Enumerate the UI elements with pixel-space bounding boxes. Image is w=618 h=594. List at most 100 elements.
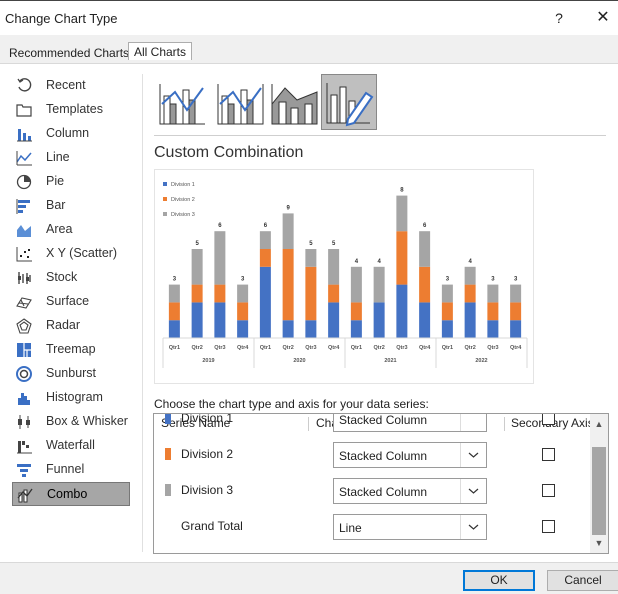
bar-segment bbox=[464, 302, 476, 338]
stock-chart-icon bbox=[18, 272, 31, 284]
tab-bar: Recommended Charts All Charts bbox=[0, 35, 618, 63]
legend-swatch bbox=[163, 212, 167, 216]
chart-type-value: Stacked Column bbox=[339, 449, 428, 463]
sidebar-item-area[interactable]: Area bbox=[12, 218, 130, 242]
series-color-swatch bbox=[165, 484, 171, 496]
sidebar-item-label: Combo bbox=[47, 487, 88, 501]
chart-type-select[interactable]: Stacked Column bbox=[333, 478, 487, 504]
category-label: Qtr4 bbox=[510, 345, 522, 351]
recent-icon bbox=[17, 78, 32, 92]
sunburst-icon bbox=[16, 366, 32, 382]
subtype-stacked-area-column[interactable] bbox=[267, 74, 323, 130]
ok-button[interactable]: OK bbox=[463, 570, 535, 591]
sidebar-item-scatter[interactable]: X Y (Scatter) bbox=[12, 242, 130, 266]
sidebar-item-box-whisker[interactable]: Box & Whisker bbox=[12, 410, 130, 434]
bar-segment bbox=[214, 231, 226, 285]
category-label: Qtr2 bbox=[464, 345, 475, 351]
scatter-chart-icon bbox=[16, 247, 32, 262]
sidebar-item-sunburst[interactable]: Sunburst bbox=[12, 362, 130, 386]
close-button[interactable]: ✕ bbox=[590, 7, 616, 29]
series-color-swatch bbox=[165, 448, 171, 460]
bar-segment bbox=[237, 284, 249, 303]
subtype-column-line-secondary[interactable] bbox=[213, 74, 269, 130]
bar-segment bbox=[328, 302, 340, 338]
bar-segment bbox=[305, 249, 317, 267]
bar-segment bbox=[510, 302, 522, 321]
sidebar-item-combo[interactable]: Combo bbox=[12, 482, 130, 506]
cancel-button[interactable]: Cancel bbox=[547, 570, 618, 591]
bar-segment bbox=[373, 302, 385, 338]
scroll-down-icon[interactable]: ▼ bbox=[590, 533, 608, 553]
sidebar-item-surface[interactable]: Surface bbox=[12, 290, 130, 314]
sidebar-item-waterfall[interactable]: Waterfall bbox=[12, 434, 130, 458]
group-label: 2019 bbox=[202, 358, 214, 364]
secondary-axis-checkbox[interactable] bbox=[542, 414, 555, 425]
subtype-custom-combination[interactable] bbox=[321, 74, 377, 130]
sidebar-item-label: Area bbox=[46, 222, 73, 236]
sidebar-item-line[interactable]: Line bbox=[12, 146, 130, 170]
sidebar-item-templates[interactable]: Templates bbox=[12, 98, 130, 122]
templates-icon bbox=[16, 104, 32, 117]
sidebar-item-histogram[interactable]: Histogram bbox=[12, 386, 130, 410]
category-label: Qtr1 bbox=[260, 345, 271, 351]
header-divider bbox=[154, 135, 606, 136]
sidebar-item-bar[interactable]: Bar bbox=[12, 194, 130, 218]
sidebar-item-stock[interactable]: Stock bbox=[12, 266, 130, 290]
scroll-up-icon[interactable]: ▲ bbox=[590, 414, 608, 434]
bar-segment bbox=[396, 195, 408, 232]
title-bar: Change Chart Type ? ✕ bbox=[0, 1, 618, 35]
series-scrollbar[interactable]: ▲ ▼ bbox=[590, 414, 608, 553]
secondary-axis-checkbox[interactable] bbox=[542, 484, 555, 497]
data-label: 9 bbox=[286, 205, 290, 211]
bar-segment bbox=[464, 266, 476, 285]
sidebar-item-funnel[interactable]: Funnel bbox=[12, 458, 130, 482]
bar-segment bbox=[259, 249, 271, 267]
series-name: Grand Total bbox=[181, 519, 243, 533]
chart-type-value: Stacked Column bbox=[339, 413, 428, 427]
bar-segment bbox=[419, 266, 431, 303]
sidebar-item-label: Box & Whisker bbox=[46, 414, 128, 428]
data-label: 5 bbox=[309, 241, 313, 247]
bar-segment bbox=[305, 266, 317, 321]
chart-type-select[interactable]: Stacked Column bbox=[333, 413, 487, 432]
data-label: 6 bbox=[218, 223, 222, 229]
data-label: 6 bbox=[423, 223, 427, 229]
bar-segment bbox=[214, 284, 226, 303]
secondary-axis-checkbox[interactable] bbox=[542, 448, 555, 461]
combination-heading: Custom Combination bbox=[154, 144, 304, 161]
chart-type-select[interactable]: Stacked Column bbox=[333, 442, 487, 468]
category-label: Qtr4 bbox=[419, 345, 431, 351]
column-line-secondary-axis-icon bbox=[217, 84, 264, 125]
category-label: Qtr3 bbox=[396, 345, 407, 351]
bar-segment bbox=[259, 231, 271, 249]
bar-segment bbox=[487, 320, 499, 338]
sidebar-item-label: Sunburst bbox=[46, 366, 97, 380]
column-chart-icon bbox=[17, 129, 32, 142]
sidebar-item-recent[interactable]: Recent bbox=[12, 74, 130, 98]
bar-segment bbox=[237, 320, 249, 338]
sidebar-item-label: Pie bbox=[46, 174, 65, 188]
sidebar-item-label: Radar bbox=[46, 318, 81, 332]
sidebar-item-label: Waterfall bbox=[46, 438, 95, 452]
legend-swatch bbox=[163, 197, 167, 201]
chart-type-select[interactable]: Line bbox=[333, 514, 487, 540]
treemap-icon bbox=[17, 343, 31, 357]
help-button[interactable]: ? bbox=[546, 7, 572, 29]
table-row: Division 3 Stacked Column bbox=[154, 473, 592, 509]
legend-swatch bbox=[163, 182, 167, 186]
chart-preview-svg: Division 1 Division 2 Division 3 3 Qtr1 5 Qtr2… bbox=[162, 182, 528, 368]
sidebar-item-treemap[interactable]: Treemap bbox=[12, 338, 130, 362]
subtype-clustered-column-line[interactable] bbox=[155, 74, 211, 130]
category-label: Qtr2 bbox=[282, 345, 293, 351]
tab-recommended-charts[interactable]: Recommended Charts bbox=[3, 43, 135, 63]
tab-all-charts[interactable]: All Charts bbox=[128, 42, 193, 60]
sidebar-item-pie[interactable]: Pie bbox=[12, 170, 130, 194]
bar-segment bbox=[305, 320, 317, 338]
sidebar-item-radar[interactable]: Radar bbox=[12, 314, 130, 338]
sidebar-item-label: Stock bbox=[46, 270, 78, 284]
bar-segment bbox=[282, 249, 294, 321]
scrollbar-thumb[interactable] bbox=[592, 447, 606, 535]
sidebar-item-column[interactable]: Column bbox=[12, 122, 130, 146]
category-label: Qtr3 bbox=[487, 345, 498, 351]
secondary-axis-checkbox[interactable] bbox=[542, 520, 555, 533]
